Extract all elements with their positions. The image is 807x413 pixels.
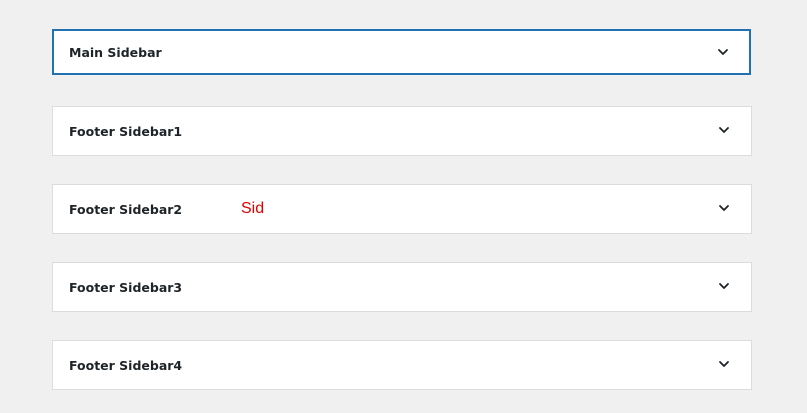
- sidebar-panel-footer-sidebar2[interactable]: Footer Sidebar2 Sid: [52, 184, 752, 234]
- panel-title: Footer Sidebar3: [69, 279, 183, 295]
- panel-title: Footer Sidebar2: [69, 201, 183, 217]
- chevron-down-icon[interactable]: [717, 46, 729, 58]
- sidebar-widget-areas: Main Sidebar Footer Sidebar1 Footer Side…: [0, 0, 807, 413]
- panel-title: Footer Sidebar1: [69, 123, 183, 139]
- chevron-down-icon[interactable]: [718, 280, 730, 292]
- chevron-down-icon[interactable]: [718, 202, 730, 214]
- sidebar-panel-footer-sidebar4[interactable]: Footer Sidebar4: [52, 340, 752, 390]
- chevron-down-icon[interactable]: [718, 124, 730, 136]
- panel-title: Main Sidebar: [69, 44, 162, 60]
- annotation-text: Sid: [241, 200, 265, 217]
- sidebar-panel-footer-sidebar3[interactable]: Footer Sidebar3: [52, 262, 752, 312]
- sidebar-panel-main-sidebar[interactable]: Main Sidebar: [52, 29, 751, 75]
- sidebar-panel-footer-sidebar1[interactable]: Footer Sidebar1: [52, 106, 752, 156]
- panel-title: Footer Sidebar4: [69, 357, 183, 373]
- chevron-down-icon[interactable]: [718, 358, 730, 370]
